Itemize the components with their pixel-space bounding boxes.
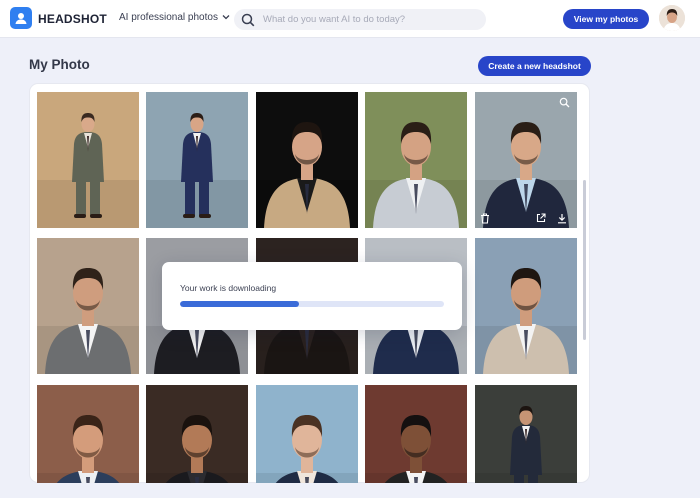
photo-tile[interactable]	[37, 92, 139, 228]
ai-photos-dropdown[interactable]: AI professional photos	[119, 12, 230, 23]
photo-tile[interactable]	[475, 385, 577, 483]
gallery-scrollbar[interactable]	[583, 180, 586, 340]
user-avatar[interactable]	[659, 5, 685, 31]
photo-tile[interactable]	[37, 238, 139, 374]
photo-tile[interactable]	[256, 92, 358, 228]
photo-tile[interactable]	[146, 385, 248, 483]
top-header: HEADSHOT AI professional photos View my …	[0, 0, 700, 38]
headshot-photo	[37, 92, 139, 228]
photo-tile[interactable]	[256, 385, 358, 483]
trash-icon[interactable]	[479, 212, 491, 224]
search-icon	[241, 13, 255, 27]
open-external-icon[interactable]	[535, 212, 547, 224]
headshot-photo	[475, 385, 577, 483]
view-my-photos-button[interactable]: View my photos	[563, 9, 649, 29]
search-input[interactable]	[263, 14, 483, 25]
headshot-photo	[475, 238, 577, 374]
headshot-photo	[365, 92, 467, 228]
photo-tile[interactable]	[475, 92, 577, 228]
download-icon[interactable]	[556, 212, 568, 224]
logo-icon[interactable]	[10, 7, 32, 29]
download-status-text: Your work is downloading	[180, 283, 277, 293]
create-headshot-button[interactable]: Create a new headshot	[478, 56, 591, 76]
download-progress-bar	[180, 301, 444, 307]
zoom-icon[interactable]	[558, 96, 570, 108]
logo-text[interactable]: HEADSHOT	[38, 12, 107, 26]
headshot-photo	[146, 92, 248, 228]
headshot-photo	[256, 92, 358, 228]
headshot-photo	[365, 385, 467, 483]
photo-tile[interactable]	[365, 92, 467, 228]
chevron-down-icon	[222, 12, 230, 23]
headshot-photo	[475, 92, 577, 228]
headshot-photo	[37, 385, 139, 483]
headshot-photo	[37, 238, 139, 374]
search-bar[interactable]	[234, 9, 486, 30]
dropdown-label: AI professional photos	[119, 12, 218, 23]
photo-tile[interactable]	[37, 385, 139, 483]
download-progress-modal: Your work is downloading	[162, 262, 462, 330]
photo-tile[interactable]	[146, 92, 248, 228]
headshot-photo	[256, 385, 358, 483]
photo-tile[interactable]	[475, 238, 577, 374]
page-title: My Photo	[29, 57, 90, 72]
headshot-photo	[146, 385, 248, 483]
photo-tile[interactable]	[365, 385, 467, 483]
download-progress-fill	[180, 301, 299, 307]
